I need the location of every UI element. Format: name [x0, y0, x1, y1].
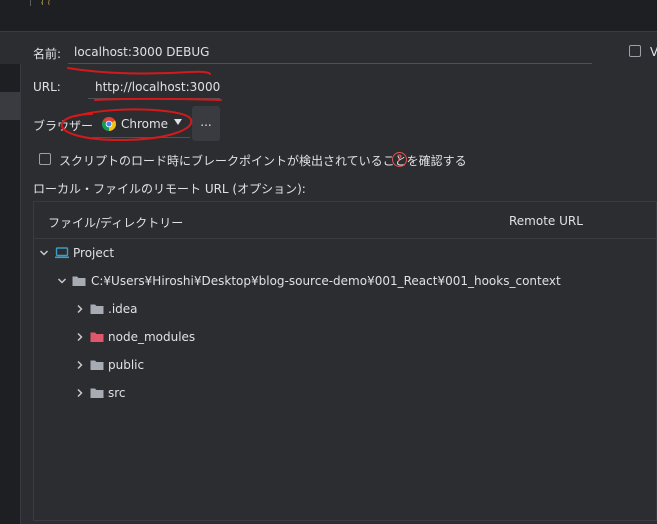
tree-row-project[interactable]: Project — [34, 244, 654, 264]
remote-url-section-label: ローカル・ファイルのリモート URL (オプション): — [33, 182, 306, 196]
code-fragment: { ( — [40, 0, 51, 5]
name-input[interactable]: localhost:3000 DEBUG — [68, 40, 592, 64]
tree-row-public[interactable]: public — [34, 356, 654, 376]
top-toolbar: { ( — [0, 0, 657, 32]
selected-configuration-item[interactable] — [0, 92, 20, 120]
tree-item-label: Project — [73, 246, 115, 260]
folder-icon — [72, 276, 86, 286]
name-input-value: localhost:3000 DEBUG — [74, 45, 210, 59]
chevron-right-icon[interactable] — [74, 331, 86, 343]
dropdown-arrow-icon — [174, 119, 182, 125]
chrome-icon — [102, 117, 116, 131]
column-header-file[interactable]: ファイル/ディレクトリー — [48, 214, 183, 231]
remote-url-table: ファイル/ディレクトリー Remote URL Project C:¥Users… — [33, 201, 657, 521]
chevron-right-icon[interactable] — [74, 359, 86, 371]
url-input[interactable]: http://localhost:3000 — [88, 75, 220, 99]
column-header-remote-url[interactable]: Remote URL — [509, 214, 583, 228]
name-underline-annotation — [67, 67, 211, 75]
tree-row-root-folder[interactable]: C:¥Users¥Hiroshi¥Desktop¥blog-source-dem… — [34, 272, 654, 292]
table-header: ファイル/ディレクトリー Remote URL — [34, 202, 656, 239]
chevron-right-icon[interactable] — [74, 303, 86, 315]
browser-dropdown-value: Chrome — [121, 117, 169, 131]
breakpoint-checkbox[interactable] — [39, 153, 51, 165]
excluded-folder-icon — [90, 332, 104, 342]
store-as-project-file-checkbox[interactable] — [629, 45, 641, 57]
tree-row-src[interactable]: src — [34, 384, 654, 404]
help-icon[interactable]: ? — [392, 152, 407, 167]
browser-dropdown[interactable]: Chrome — [92, 110, 190, 138]
chevron-down-icon[interactable] — [38, 247, 50, 259]
name-label: 名前: — [33, 47, 62, 61]
folder-icon — [90, 388, 104, 398]
tree-item-label: public — [108, 358, 145, 372]
tree-item-label: C:¥Users¥Hiroshi¥Desktop¥blog-source-dem… — [91, 274, 561, 288]
tree-item-label: src — [108, 386, 126, 400]
folder-icon — [90, 304, 104, 314]
monitor-icon — [55, 247, 69, 259]
configurations-sidebar — [0, 64, 21, 524]
url-input-value: http://localhost:3000 — [95, 80, 221, 94]
tree-row-idea[interactable]: .idea — [34, 300, 654, 320]
tree-item-label: .idea — [108, 302, 138, 316]
url-underline-annotation — [94, 97, 222, 101]
browser-label: ブラウザー: — [33, 119, 98, 133]
browser-more-button[interactable]: ... — [192, 106, 220, 141]
divider — [30, 0, 31, 6]
tree-item-label: node_modules — [108, 330, 196, 344]
store-as-project-file-label: V — [650, 45, 657, 59]
chevron-down-icon[interactable] — [56, 275, 68, 287]
folder-icon — [90, 360, 104, 370]
url-label: URL: — [33, 80, 61, 94]
chevron-right-icon[interactable] — [74, 387, 86, 399]
tree-row-node-modules[interactable]: node_modules — [34, 328, 654, 348]
